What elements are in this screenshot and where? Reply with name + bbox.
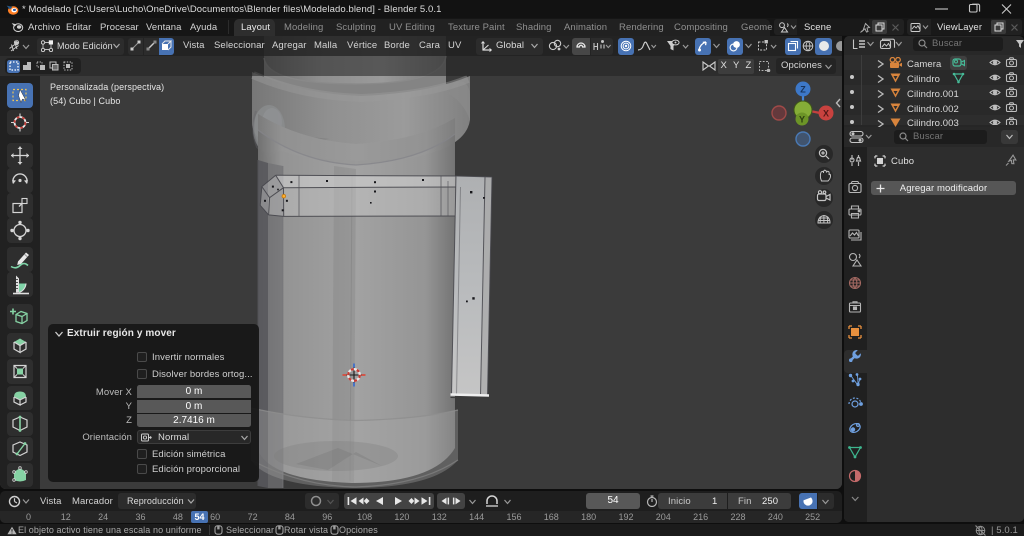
svg-text:Y: Y [799, 115, 805, 125]
svg-text:Z: Z [800, 85, 806, 95]
svg-text:X: X [823, 109, 829, 119]
